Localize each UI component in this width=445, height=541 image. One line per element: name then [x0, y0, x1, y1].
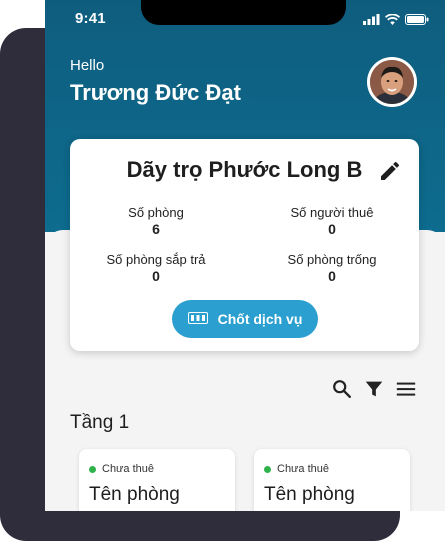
filter-icon[interactable] [363, 378, 385, 400]
notch [141, 0, 346, 25]
room-card[interactable]: Chưa thuê Tên phòng [254, 449, 410, 511]
stat-value: 0 [152, 268, 160, 284]
stat-tenant-count: Số người thuê 0 [257, 205, 407, 237]
stat-rooms-empty: Số phòng trống 0 [257, 252, 407, 284]
room-name: Tên phòng [264, 484, 355, 505]
room-card[interactable]: Chưa thuê Tên phòng [79, 449, 235, 511]
search-icon[interactable] [331, 378, 353, 400]
edit-icon[interactable] [378, 159, 402, 183]
meter-icon [187, 311, 208, 327]
room-status: Chưa thuê [264, 463, 329, 475]
avatar[interactable] [367, 57, 417, 107]
floor-title: Tầng 1 [70, 412, 130, 433]
room-name: Tên phòng [89, 484, 180, 505]
finalize-service-label: Chốt dịch vụ [217, 311, 303, 327]
finalize-service-button[interactable]: Chốt dịch vụ [172, 300, 318, 338]
stat-label: Số phòng sắp trả [106, 252, 206, 267]
stat-value: 6 [152, 221, 160, 237]
stat-label: Số người thuê [290, 205, 374, 220]
stat-label: Số phòng trống [287, 252, 377, 267]
stat-rooms-ending: Số phòng sắp trả 0 [81, 252, 231, 284]
stat-value: 0 [328, 268, 336, 284]
menu-icon[interactable] [395, 378, 417, 400]
status-dot [89, 465, 96, 473]
signal-icon [363, 12, 380, 30]
room-status-label: Chưa thuê [102, 463, 155, 475]
phone-screen: 9:41 Hello Trương Đức Đạt Dãy trọ Phước … [45, 0, 445, 511]
stat-room-count: Số phòng 6 [81, 205, 231, 237]
room-status: Chưa thuê [89, 463, 154, 475]
greeting-text: Hello [70, 57, 105, 74]
avatar-photo [370, 60, 414, 104]
stat-value: 0 [328, 221, 336, 237]
property-card: Dãy trọ Phước Long B Số phòng 6 Số người… [70, 139, 419, 351]
status-icons [363, 12, 429, 30]
status-dot [264, 465, 271, 473]
room-status-label: Chưa thuê [277, 463, 330, 475]
status-time: 9:41 [75, 10, 106, 27]
property-title: Dãy trọ Phước Long B [126, 157, 363, 182]
battery-icon [405, 12, 429, 30]
wifi-icon [384, 12, 401, 30]
user-name: Trương Đức Đạt [70, 80, 241, 105]
stat-label: Số phòng [128, 205, 184, 220]
list-toolbar [331, 378, 417, 400]
